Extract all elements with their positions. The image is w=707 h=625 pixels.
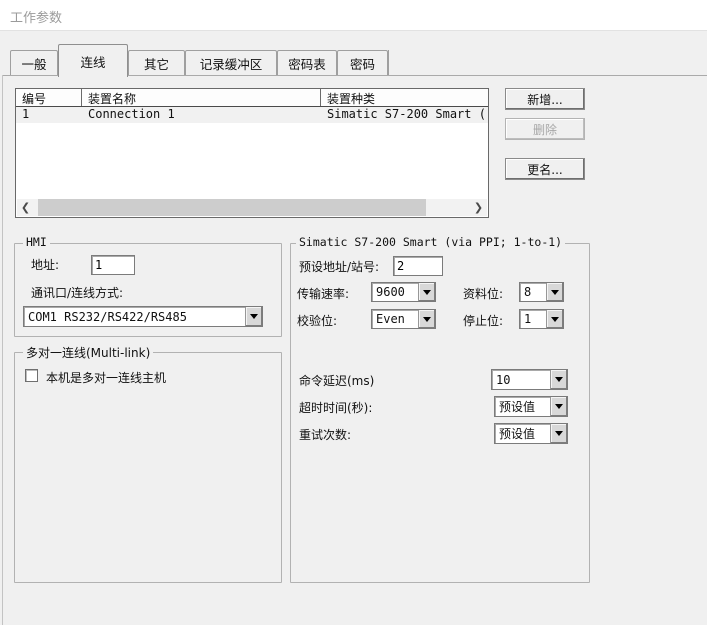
scrollbar-thumb[interactable]: [38, 199, 426, 216]
horizontal-scrollbar[interactable]: ❮ ❯: [17, 199, 487, 216]
parity-label: 校验位:: [297, 312, 337, 329]
retry-select[interactable]: 预设值: [494, 423, 568, 444]
databits-select[interactable]: 8: [519, 282, 564, 302]
tab-password[interactable]: 密码: [337, 50, 388, 75]
column-header-type[interactable]: 装置种类: [321, 89, 488, 106]
stopbits-select[interactable]: 1: [519, 309, 564, 329]
plc-group-title: Simatic S7-200 Smart (via PPI; 1-to-1): [296, 235, 565, 249]
retry-value: 预设值: [495, 425, 550, 442]
plc-group: Simatic S7-200 Smart (via PPI; 1-to-1) 预…: [290, 243, 590, 583]
address-input[interactable]: [91, 255, 135, 275]
device-list: 编号 装置名称 装置种类 1 Connection 1 Simatic S7-2…: [15, 88, 489, 218]
timeout-select[interactable]: 预设值: [494, 396, 568, 417]
window-caption: 工作参数: [0, 0, 707, 31]
scroll-right-icon[interactable]: ❯: [470, 199, 487, 216]
multilink-group-title: 多对一连线(Multi-link): [23, 344, 153, 361]
baud-select[interactable]: 9600: [371, 282, 436, 302]
hmi-group-title: HMI: [23, 235, 50, 249]
multilink-group: 多对一连线(Multi-link) 本机是多对一连线主机: [14, 352, 282, 583]
dropdown-arrow-icon[interactable]: [550, 370, 567, 389]
port-label: 通讯口/连线方式:: [31, 284, 123, 301]
dropdown-arrow-icon[interactable]: [245, 307, 262, 326]
tab-strip-end-divider: [388, 50, 389, 75]
dropdown-arrow-icon[interactable]: [550, 397, 567, 416]
stopbits-label: 停止位:: [463, 312, 503, 329]
tab-password-table[interactable]: 密码表: [277, 50, 337, 75]
rename-button[interactable]: 更名...: [505, 158, 585, 180]
column-header-id[interactable]: 编号: [16, 89, 82, 106]
stopbits-select-value: 1: [520, 312, 546, 326]
delete-button[interactable]: 删除: [505, 118, 585, 140]
dropdown-arrow-icon[interactable]: [546, 283, 563, 301]
station-input[interactable]: [393, 256, 443, 276]
tab-record-buffer[interactable]: 记录缓冲区: [185, 50, 277, 75]
timeout-value: 预设值: [495, 398, 550, 415]
dropdown-arrow-icon[interactable]: [418, 283, 435, 301]
window-title: 工作参数: [10, 7, 62, 26]
row-name: Connection 1: [82, 107, 321, 123]
parity-select-value: Even: [372, 312, 418, 326]
work-parameters-dialog: 工作参数 一般 连线 其它 记录缓冲区 密码表 密码 编号 装置名称 装置种类 …: [0, 0, 707, 625]
parity-select[interactable]: Even: [371, 309, 436, 329]
add-button[interactable]: 新增...: [505, 88, 585, 110]
tab-other[interactable]: 其它: [128, 50, 185, 75]
dropdown-arrow-icon[interactable]: [546, 310, 563, 328]
table-row[interactable]: 1 Connection 1 Simatic S7-200 Smart (: [16, 107, 488, 123]
tab-general[interactable]: 一般: [10, 50, 58, 75]
command-delay-value: 10: [492, 373, 550, 387]
retry-label: 重试次数:: [299, 426, 351, 443]
command-delay-label: 命令延迟(ms): [299, 372, 374, 389]
tab-connection[interactable]: 连线: [58, 44, 128, 77]
command-delay-select[interactable]: 10: [491, 369, 568, 390]
hmi-group: HMI 地址: 通讯口/连线方式: COM1 RS232/RS422/RS485: [14, 243, 282, 337]
baud-label: 传输速率:: [297, 285, 349, 302]
baud-select-value: 9600: [372, 285, 418, 299]
port-select[interactable]: COM1 RS232/RS422/RS485: [23, 306, 263, 327]
timeout-label: 超时时间(秒):: [299, 399, 372, 416]
address-label: 地址:: [31, 256, 59, 273]
row-id: 1: [16, 107, 82, 123]
databits-select-value: 8: [520, 285, 546, 299]
device-list-header: 编号 装置名称 装置种类: [16, 89, 488, 107]
port-select-value: COM1 RS232/RS422/RS485: [24, 310, 245, 324]
multilink-master-label: 本机是多对一连线主机: [46, 369, 166, 386]
row-type: Simatic S7-200 Smart (: [321, 107, 488, 123]
multilink-master-checkbox[interactable]: [25, 369, 38, 382]
station-label: 预设地址/站号:: [299, 258, 379, 275]
column-header-name[interactable]: 装置名称: [82, 89, 321, 106]
dropdown-arrow-icon[interactable]: [418, 310, 435, 328]
databits-label: 资料位:: [463, 285, 503, 302]
tab-pane-left-border: [2, 75, 3, 625]
dropdown-arrow-icon[interactable]: [550, 424, 567, 443]
scroll-left-icon[interactable]: ❮: [17, 199, 34, 216]
